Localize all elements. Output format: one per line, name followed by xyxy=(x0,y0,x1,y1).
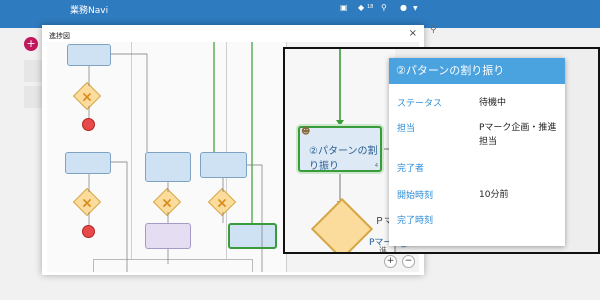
task-node-active[interactable]: ☻ ②パターンの割り振り 4 xyxy=(298,126,382,172)
app-header: 業務Navi ▣ ◆ 18 ⚲ ● ▼ xyxy=(0,0,600,28)
detail-label: 開始時刻 xyxy=(397,191,434,201)
popup-title: ②パターンの割り振り xyxy=(389,58,565,84)
dialog-title: 進捗図 xyxy=(49,32,70,40)
task-label: ②パターンの割り振り xyxy=(309,146,378,172)
bell-icon[interactable]: ◆ xyxy=(358,3,364,12)
detail-value: 待機中 xyxy=(479,98,507,108)
search-icon[interactable]: ⚲ xyxy=(381,3,387,12)
zoom-detail-panel: ☻ ②パターンの割り振り 4 Ｐマ Pマーク_[201 進 ②パターンの割り振り… xyxy=(283,47,600,254)
detail-label: 完了時刻 xyxy=(397,216,434,226)
detail-label: ステータス xyxy=(397,99,443,109)
zoom-out-button[interactable]: − xyxy=(402,255,415,268)
app-title: 業務Navi xyxy=(70,6,109,16)
notification-count: 18 xyxy=(367,4,374,10)
background-text: 進 xyxy=(379,246,387,254)
add-button[interactable]: + xyxy=(24,37,38,51)
detail-value: Pマーク企画・推進担当 xyxy=(479,123,557,147)
user-task-icon: ☻ xyxy=(301,127,311,137)
zoom-in-button[interactable]: + xyxy=(384,255,397,268)
book-icon[interactable]: ▣ xyxy=(340,3,348,12)
close-button[interactable]: × xyxy=(409,28,417,39)
detail-label: 担当 xyxy=(397,124,416,134)
task-number: 4 xyxy=(374,163,378,169)
detail-value: 10分前 xyxy=(479,190,509,200)
task-detail-popup: ②パターンの割り振り ステータス 待機中 担当 Pマーク企画・推進担当 完了者 … xyxy=(389,58,565,246)
detail-label: 完了者 xyxy=(397,164,425,174)
user-icon[interactable]: ● xyxy=(400,3,407,12)
search-icon[interactable]: ⚲ xyxy=(430,25,437,35)
chevron-down-icon[interactable]: ▼ xyxy=(413,5,418,12)
